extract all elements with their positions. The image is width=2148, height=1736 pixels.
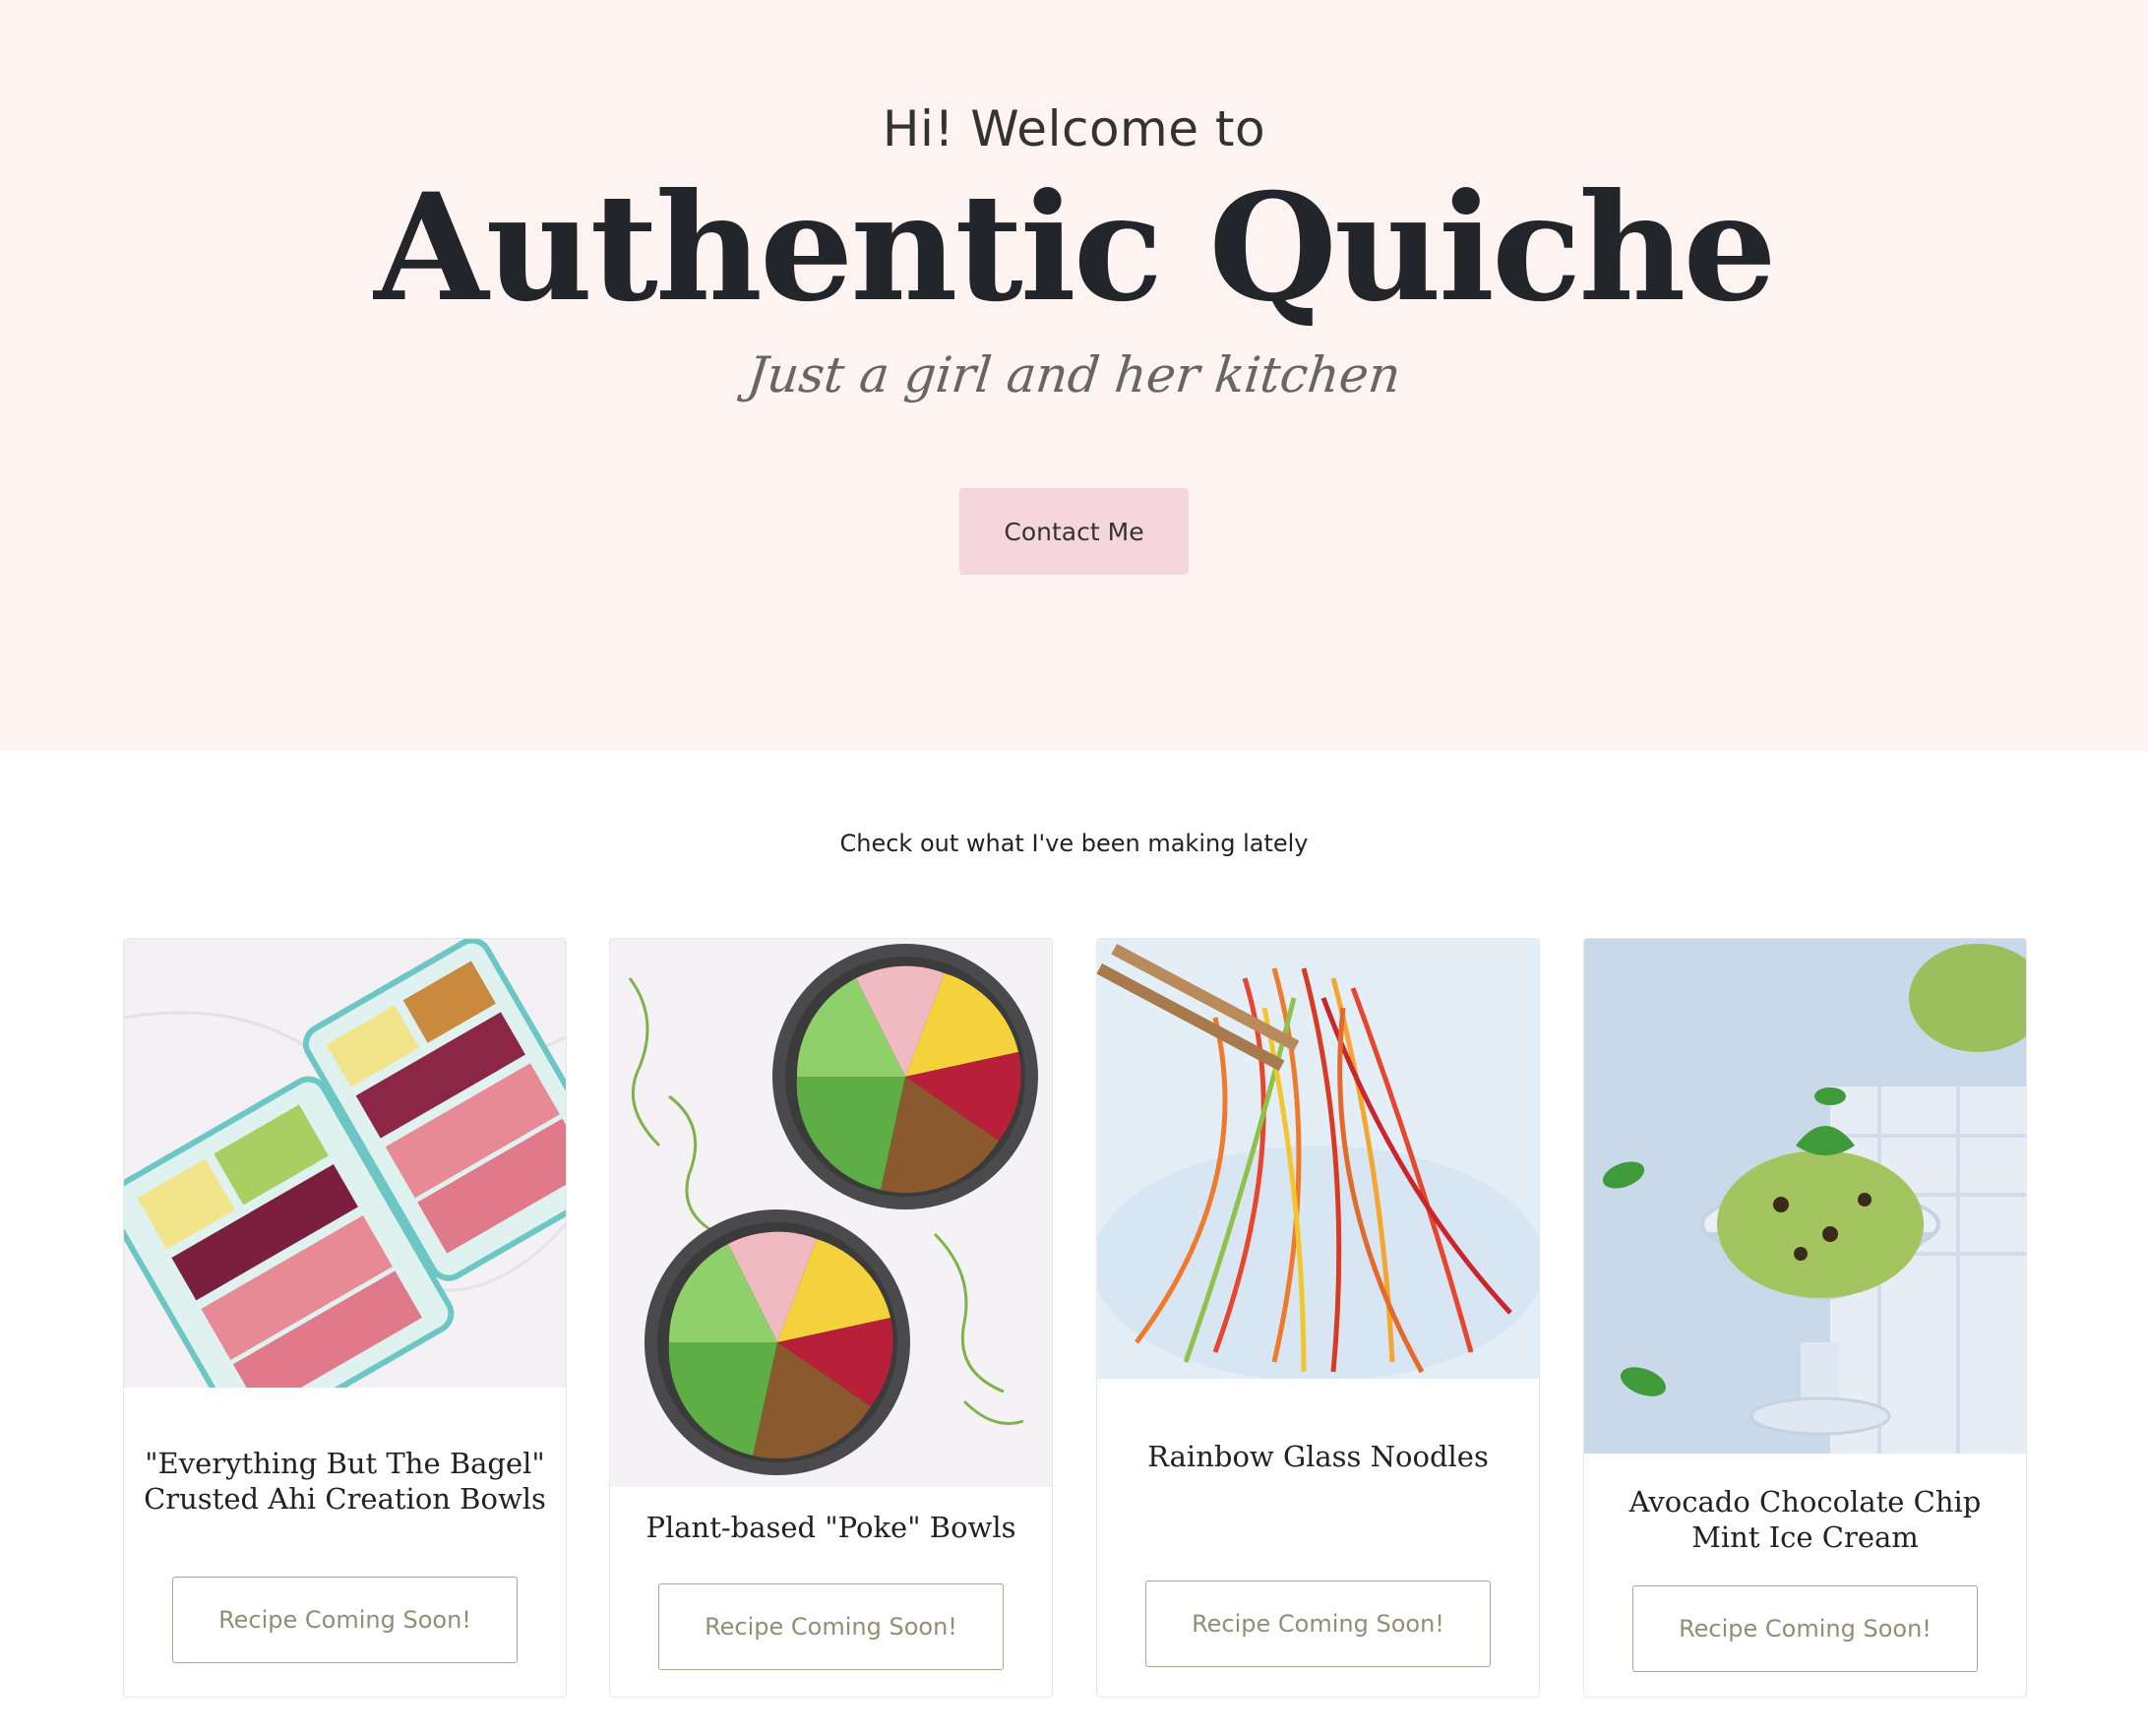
recipe-coming-soon-button[interactable]: Recipe Coming Soon!: [1632, 1585, 1978, 1672]
recipe-card-avocado-ice-cream: Avocado Chocolate Chip Mint Ice Cream Re…: [1583, 938, 2027, 1698]
recipe-coming-soon-button[interactable]: Recipe Coming Soon!: [1145, 1581, 1491, 1667]
hero-section: Hi! Welcome to Authentic Quiche Just a g…: [0, 0, 2148, 751]
recipe-coming-soon-button[interactable]: Recipe Coming Soon!: [658, 1583, 1004, 1670]
ice-cream-photo[interactable]: [1584, 939, 2026, 1454]
recipe-title: Rainbow Glass Noodles: [1117, 1439, 1519, 1474]
recipe-title-line: Plant-based "Poke" Bowls: [645, 1511, 1016, 1544]
recipe-card-glass-noodles: Rainbow Glass Noodles Recipe Coming Soon…: [1096, 938, 1540, 1698]
recipe-title: "Everything But The Bagel" Crusted Ahi C…: [144, 1446, 546, 1517]
recipe-title-line: Rainbow Glass Noodles: [1147, 1440, 1489, 1473]
recipe-title-line: Avocado Chocolate Chip: [1628, 1485, 1982, 1519]
recipe-title-line: "Everything But The Bagel": [145, 1447, 545, 1480]
recipe-title-line: Crusted Ahi Creation Bowls: [144, 1482, 546, 1516]
glass-noodles-photo[interactable]: [1097, 939, 1539, 1379]
recipe-title: Avocado Chocolate Chip Mint Ice Cream: [1604, 1484, 2006, 1555]
site-tagline: Just a girl and her kitchen: [744, 346, 1404, 403]
recipe-card-ahi-bowls: "Everything But The Bagel" Crusted Ahi C…: [123, 938, 567, 1698]
poke-bowls-photo[interactable]: [610, 939, 1052, 1487]
recipe-coming-soon-button[interactable]: Recipe Coming Soon!: [172, 1577, 518, 1663]
recipe-title: Plant-based "Poke" Bowls: [630, 1510, 1032, 1545]
hero-welcome-text: Hi! Welcome to: [882, 100, 1266, 157]
site-title: Authentic Quiche: [374, 161, 1777, 335]
contact-me-button[interactable]: Contact Me: [959, 488, 1189, 575]
recent-subtitle: Check out what I've been making lately: [839, 830, 1309, 857]
recipe-title-line: Mint Ice Cream: [1691, 1520, 1919, 1554]
ahi-bowls-photo[interactable]: [124, 939, 566, 1388]
recipe-card-poke-bowls: Plant-based "Poke" Bowls Recipe Coming S…: [609, 938, 1053, 1698]
